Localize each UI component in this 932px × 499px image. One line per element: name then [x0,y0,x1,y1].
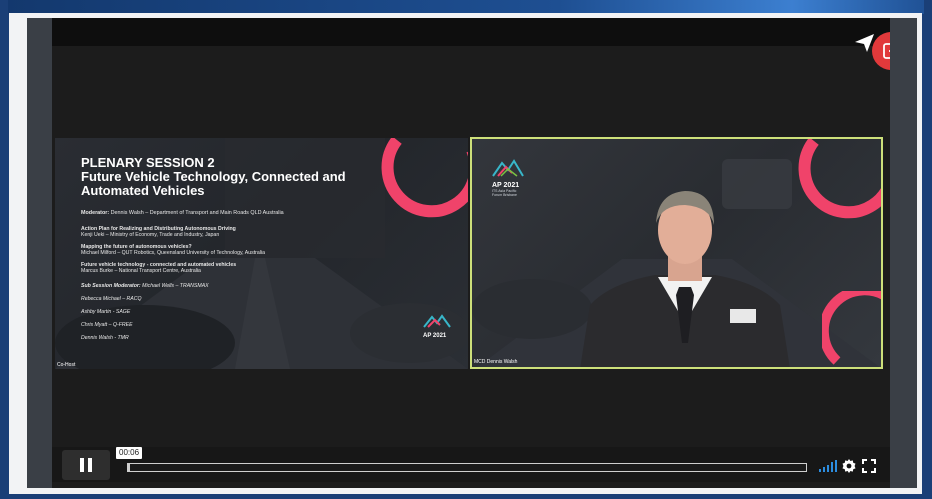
ap2021-logo-text: AP 2021 [492,182,520,189]
video-player[interactable]: PLENARY SESSION 2 Future Vehicle Technol… [52,18,890,488]
slide-title-line-2: Future Vehicle Technology, Connected and [81,169,346,184]
slide-title: PLENARY SESSION 2 Future Vehicle Technol… [81,156,381,198]
decorative-ring [798,139,881,219]
exit-icon [883,43,890,59]
decorative-ring [822,291,881,365]
slide-title-line-3: Automated Vehicles [81,183,205,198]
pause-icon [78,458,94,472]
item-speaker: Michael Milford – QUT Robotics, Queensla… [81,250,265,257]
progress-fill [128,464,131,471]
settings-gear-icon[interactable] [841,458,857,474]
slide-item: Action Plan for Realizing and Distributi… [81,226,236,238]
page-right-edge [924,0,932,499]
player-top-bar [52,18,890,46]
ap2021-logo: AP 2021 [423,314,451,339]
player-controls: 00:06 [52,447,890,482]
progress-scrubber[interactable] [127,463,807,472]
panelist: Ashby Martin - SAGE [81,309,131,315]
item-speaker: Kenji Ueki – Ministry of Economy, Trade … [81,232,220,239]
ap2021-logo-text: AP 2021 [423,333,447,339]
moderator-text: Dennis Walsh – Department of Transport a… [110,210,284,216]
slide-item: Mapping the future of autonomous vehicle… [81,244,265,256]
item-speaker: Marcus Burke – National Transport Centre… [81,268,201,275]
ap2021-logo-mark-icon [423,314,451,328]
slide-title-line-1: PLENARY SESSION 2 [81,155,215,170]
signal-strength-icon [819,460,837,472]
ap2021-logo-subtitle: Forum Brisbane [492,193,517,197]
sub-moderator-label: Sub Session Moderator: [81,283,141,289]
participant-name-label: MCD Dennis Walsh [474,359,518,365]
decorative-ring [381,138,468,218]
current-time-tooltip: 00:06 [116,447,143,459]
sub-moderator: Sub Session Moderator: Michael Wells – T… [81,283,209,289]
speaker-video[interactable]: AP 2021 ITS Asia Pacific Forum Brisbane … [470,137,883,369]
participant-name-label: Co-Host [57,362,76,368]
pause-button[interactable] [62,450,110,480]
sub-moderator-text: Michael Wells – TRANSMAX [142,283,209,289]
moderator-label: Moderator: [81,210,110,216]
slide-moderator: Moderator: Dennis Walsh – Department of … [81,210,284,216]
ap2021-logo-mark-icon [492,159,524,177]
fullscreen-icon[interactable] [861,458,877,474]
panelist: Rebecca Michael – RACQ [81,296,142,302]
speaker-person [580,191,790,367]
panelist: Dennis Walsh - TMR [81,335,129,341]
shared-slide: PLENARY SESSION 2 Future Vehicle Technol… [55,138,468,369]
panelist: Chris Myatt – Q-FREE [81,322,133,328]
ap2021-logo: AP 2021 ITS Asia Pacific Forum Brisbane [492,159,524,197]
page-left-edge [0,0,8,499]
slide-item: Future vehicle technology - connected an… [81,262,236,274]
page-top-banner [0,0,932,14]
